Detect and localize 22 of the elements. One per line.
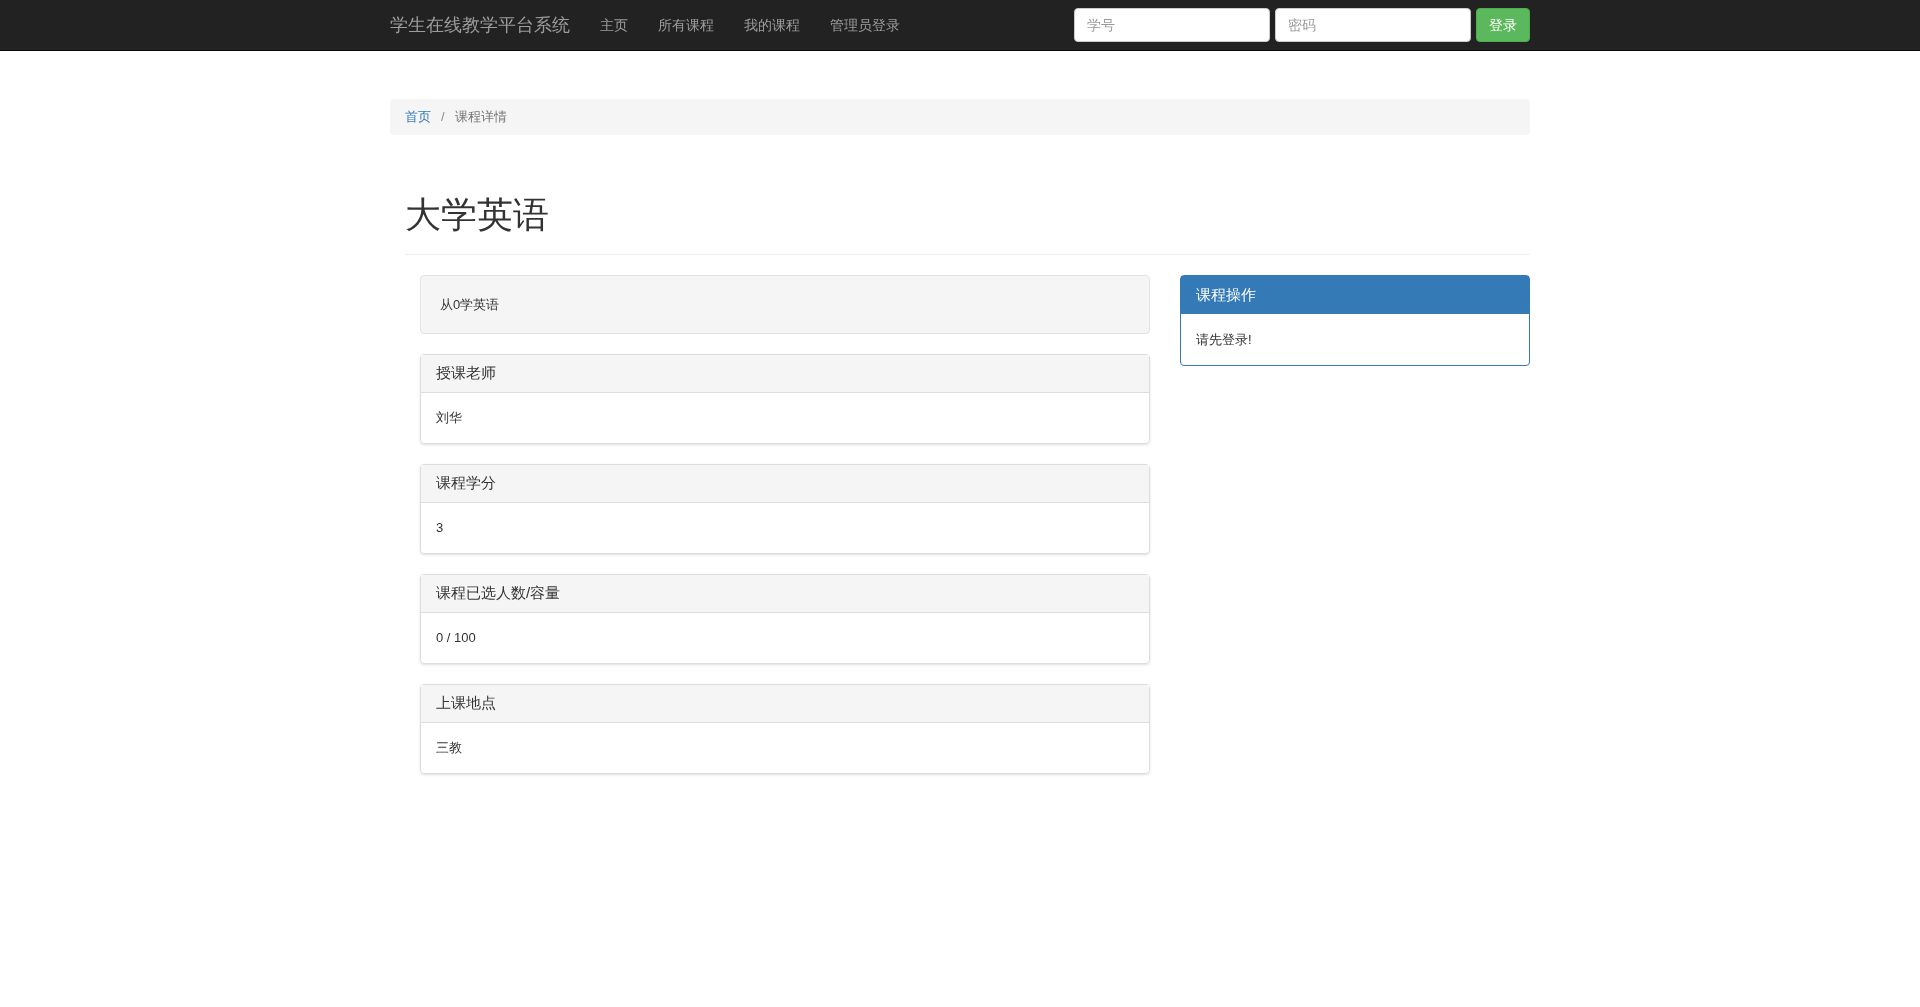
nav-link[interactable]: 主页 (585, 14, 643, 36)
brand-link[interactable]: 学生在线教学平台系统 (390, 11, 570, 39)
panel-title: 课程学分 (436, 473, 496, 494)
panel-title: 上课地点 (436, 693, 496, 714)
login-prompt: 请先登录! (1196, 332, 1252, 348)
course-description: 从0学英语 (440, 295, 500, 314)
panel-value: 三教 (436, 739, 462, 758)
course-title: 大学英语 (405, 194, 550, 235)
panel-title: 课程操作 (1196, 284, 1256, 305)
nav-link[interactable]: 所有课程 (643, 14, 729, 36)
student-id-field[interactable]: 学号 (1074, 8, 1270, 42)
nav-link[interactable]: 我的课程 (729, 14, 815, 36)
breadcrumb-link[interactable]: 首页 (405, 107, 431, 127)
panel-value: 3 (436, 519, 444, 538)
breadcrumb-separator: / (440, 108, 446, 126)
panel-title: 课程已选人数/容量 (436, 583, 561, 604)
nav-link[interactable]: 管理员登录 (815, 14, 915, 36)
breadcrumb-current: 课程详情 (454, 108, 507, 126)
panel-value: 0 / 100 (436, 629, 476, 648)
panel-title: 授课老师 (436, 363, 496, 384)
panel-value: 刘华 (436, 409, 462, 428)
password-field[interactable]: 密码 (1275, 8, 1471, 42)
